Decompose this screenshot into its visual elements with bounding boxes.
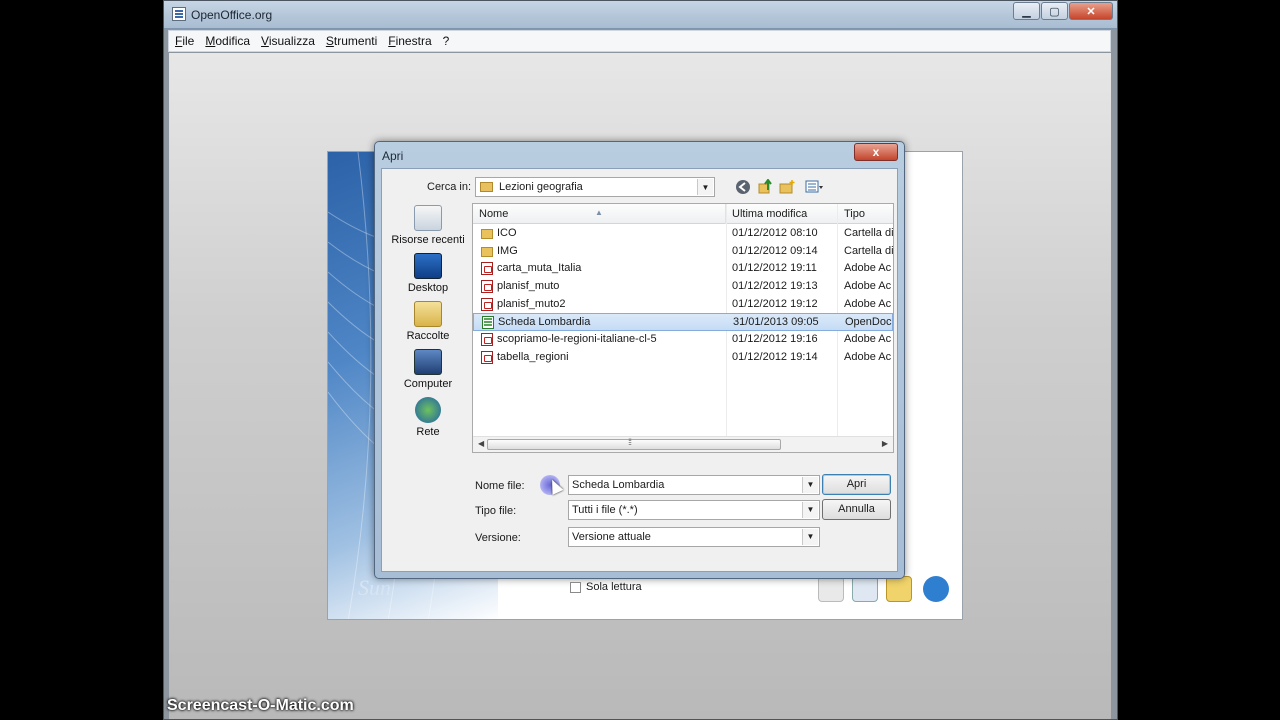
dialog-close-button[interactable]: x xyxy=(854,143,898,161)
open-dialog: Apri x Cerca in: Lezioni geografia ▼ Ris… xyxy=(374,141,905,593)
pdf-icon xyxy=(481,333,493,347)
place-desktop[interactable]: Desktop xyxy=(388,251,468,299)
dialog-body: Cerca in: Lezioni geografia ▼ Risorse re… xyxy=(381,168,898,593)
folder-icon xyxy=(480,182,493,192)
pdf-icon xyxy=(481,280,493,294)
app-icon xyxy=(172,7,186,21)
column-date[interactable]: Ultima modifica xyxy=(726,204,838,224)
menu-finestra[interactable]: Finestra xyxy=(388,34,431,48)
open-button[interactable]: Apri xyxy=(822,474,891,495)
chevron-down-icon[interactable]: ▼ xyxy=(802,529,818,545)
chevron-down-icon[interactable]: ▼ xyxy=(802,502,818,518)
file-rows: ICO 01/12/2012 08:10 Cartella di IMG 01/12/… xyxy=(473,225,893,367)
open-icon[interactable] xyxy=(852,576,878,602)
up-folder-icon[interactable] xyxy=(757,179,773,195)
watermark: Screencast-O-Matic.com xyxy=(167,697,354,714)
libraries-icon xyxy=(414,301,442,327)
place-label: Computer xyxy=(403,378,453,390)
file-row[interactable]: planisf_muto 01/12/2012 19:13 Adobe Ac xyxy=(473,278,893,296)
column-name[interactable]: Nome ▲ xyxy=(473,204,726,224)
chevron-down-icon[interactable]: ▼ xyxy=(802,477,818,493)
title-bar[interactable]: OpenOffice.org ▁ ▢ ✕ xyxy=(164,1,1117,29)
file-row[interactable]: planisf_muto2 01/12/2012 19:12 Adobe Ac xyxy=(473,296,893,314)
pdf-icon xyxy=(481,262,493,276)
scroll-right-icon[interactable]: ▶ xyxy=(882,439,888,448)
look-in-label: Cerca in: xyxy=(427,181,472,193)
desktop-icon xyxy=(414,253,442,279)
look-in-value: Lezioni geografia xyxy=(499,181,583,193)
file-row[interactable]: tabella_regioni 01/12/2012 19:14 Adobe Ac xyxy=(473,349,893,367)
scroll-left-icon[interactable]: ◀ xyxy=(478,439,484,448)
file-row[interactable]: IMG 01/12/2012 09:14 Cartella di xyxy=(473,243,893,261)
sort-up-icon: ▲ xyxy=(595,208,603,217)
maximize-button[interactable]: ▢ xyxy=(1041,2,1068,20)
close-button[interactable]: ✕ xyxy=(1069,2,1113,20)
openoffice-logo-icon[interactable] xyxy=(923,576,949,602)
places-bar: Risorse recenti Desktop Raccolte Compute… xyxy=(388,203,468,443)
scrollbar-thumb[interactable] xyxy=(487,437,781,450)
chevron-down-icon[interactable]: ▼ xyxy=(697,179,713,195)
pdf-icon xyxy=(481,350,493,364)
place-label: Raccolte xyxy=(406,330,450,342)
network-icon xyxy=(415,397,441,423)
extensions-icon[interactable] xyxy=(886,576,912,602)
look-in-dropdown[interactable]: Lezioni geografia ▼ xyxy=(475,177,715,197)
place-label: Rete xyxy=(416,426,440,438)
dialog-title: Apri xyxy=(382,149,404,163)
menu-visualizza[interactable]: Visualizza xyxy=(261,34,315,48)
cancel-button[interactable]: Annulla xyxy=(822,499,891,520)
menu-bar: File Modifica Visualizza Strumenti Fines… xyxy=(168,30,1111,52)
file-name-label: Nome file: xyxy=(475,480,525,492)
pdf-icon xyxy=(481,297,493,311)
folder-icon xyxy=(481,229,493,239)
column-type[interactable]: Tipo xyxy=(838,204,893,224)
folder-icon xyxy=(481,246,493,257)
minimize-button[interactable]: ▁ xyxy=(1013,2,1040,20)
odt-document-icon xyxy=(482,316,494,330)
recent-icon xyxy=(414,205,442,231)
version-label: Versione: xyxy=(475,532,521,544)
readonly-label: Sola lettura xyxy=(586,581,642,593)
new-folder-icon[interactable] xyxy=(779,179,795,195)
place-network[interactable]: Rete xyxy=(388,395,468,443)
nav-toolbar xyxy=(735,179,825,195)
menu-strumenti[interactable]: Strumenti xyxy=(326,34,377,48)
templates-icon[interactable] xyxy=(818,576,844,602)
place-label: Risorse recenti xyxy=(391,234,465,246)
list-header: Nome ▲ Ultima modifica Tipo xyxy=(473,204,893,224)
version-select[interactable]: Versione attuale ▼ xyxy=(568,527,820,547)
file-name-field[interactable]: Scheda Lombardia ▼ xyxy=(568,475,820,495)
window-controls: ▁ ▢ ✕ xyxy=(1012,2,1113,20)
window-title: OpenOffice.org xyxy=(191,8,273,22)
file-row-selected[interactable]: Scheda Lombardia 31/01/2013 09:05 OpenDoc xyxy=(473,313,893,332)
menu-modifica[interactable]: Modifica xyxy=(205,34,250,48)
place-label: Desktop xyxy=(407,282,449,294)
back-icon[interactable] xyxy=(735,179,751,195)
file-type-select[interactable]: Tutti i file (*.*) ▼ xyxy=(568,500,820,520)
menu-file[interactable]: File xyxy=(175,34,194,48)
readonly-checkbox[interactable] xyxy=(570,582,581,593)
file-row[interactable]: scopriamo-le-regioni-italiane-cl-5 01/12/… xyxy=(473,331,893,349)
place-computer[interactable]: Computer xyxy=(388,347,468,395)
computer-icon xyxy=(414,349,442,375)
file-row[interactable]: carta_muta_Italia 01/12/2012 19:11 Adobe A… xyxy=(473,260,893,278)
view-menu-icon[interactable] xyxy=(801,179,825,195)
place-recent[interactable]: Risorse recenti xyxy=(388,203,468,251)
menu-help[interactable]: ? xyxy=(443,34,450,48)
place-libraries[interactable]: Raccolte xyxy=(388,299,468,347)
file-row[interactable]: ICO 01/12/2012 08:10 Cartella di xyxy=(473,225,893,243)
file-list: Nome ▲ Ultima modifica Tipo ICO 01/12/2012… xyxy=(472,203,894,453)
horizontal-scrollbar[interactable]: ◀ ▶ xyxy=(473,436,893,452)
file-type-label: Tipo file: xyxy=(475,505,517,517)
